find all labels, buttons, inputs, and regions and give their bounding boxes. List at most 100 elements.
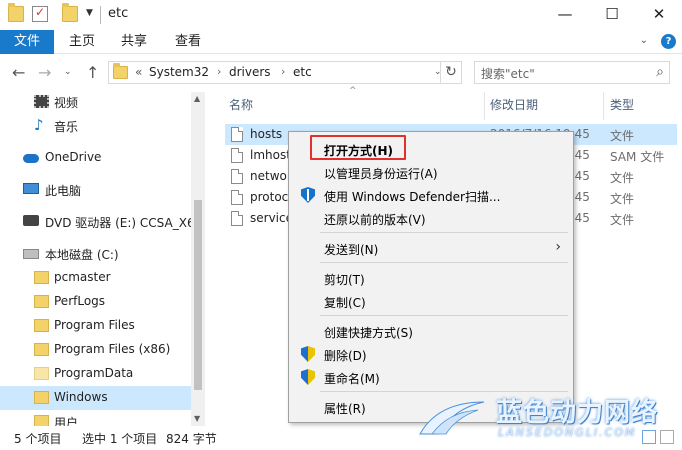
breadcrumb-etc[interactable]: etc [293, 65, 312, 79]
menu-separator [320, 315, 568, 316]
column-header-date[interactable]: 修改日期 [490, 96, 538, 113]
nav-item-label: OneDrive [45, 150, 102, 164]
nav-pane-scrollbar[interactable]: ▲ ▼ [191, 92, 205, 426]
maximize-button[interactable]: ☐ [589, 0, 635, 30]
breadcrumb-system32[interactable]: System32 [149, 65, 209, 79]
nav-item-local-disk[interactable]: 本地磁盘 (C:) [0, 242, 191, 266]
nav-item-this-pc[interactable]: 此电脑 [0, 178, 191, 202]
nav-item-dvd-drive[interactable]: DVD 驱动器 (E:) CCSA_X64 [0, 210, 202, 234]
selection-count: 选中 1 个项目 [82, 432, 158, 446]
chevron-right-icon[interactable]: › [281, 65, 285, 78]
menu-item-restore-previous[interactable]: 还原以前的版本(V) [291, 207, 571, 229]
menu-item-rename[interactable]: 重命名(M) [291, 366, 571, 388]
watermark-logo-icon [419, 401, 485, 435]
menu-separator [320, 262, 568, 263]
folder-icon [34, 319, 49, 332]
menu-item-create-shortcut[interactable]: 创建快捷方式(S) [291, 320, 571, 342]
menu-item-label: 重命名(M) [324, 372, 380, 386]
nav-item-label: PerfLogs [54, 294, 106, 308]
video-icon [34, 95, 49, 108]
menu-item-copy[interactable]: 复制(C) [291, 290, 571, 312]
tab-file[interactable]: 文件 [0, 30, 54, 54]
menu-item-label: 还原以前的版本(V) [324, 213, 426, 227]
nav-item-label: 本地磁盘 (C:) [45, 248, 119, 262]
nav-item-windows[interactable]: Windows [0, 386, 191, 410]
breadcrumb-overflow[interactable]: « [135, 65, 142, 79]
column-header-name[interactable]: 名称 [229, 96, 253, 113]
windows-defender-icon [301, 187, 315, 203]
minimize-button[interactable]: — [542, 0, 588, 30]
file-type: 文件 [610, 192, 635, 206]
file-icon [231, 127, 243, 142]
nav-item-label: pcmaster [54, 270, 111, 284]
address-bar[interactable]: « System32 › drivers › etc ⌄ [108, 61, 462, 84]
nav-item-program-files[interactable]: Program Files [0, 314, 191, 338]
uac-shield-icon [301, 346, 315, 362]
this-pc-icon [23, 183, 39, 194]
recent-dropdown-icon[interactable]: ⌄ [64, 67, 72, 77]
menu-item-defender-scan[interactable]: 使用 Windows Defender扫描... [291, 184, 571, 206]
forward-arrow-icon[interactable]: → [38, 63, 51, 82]
file-icon [231, 148, 243, 163]
menu-item-run-as-admin[interactable]: 以管理员身份运行(A) [291, 161, 571, 183]
nav-item-label: Program Files (x86) [54, 342, 171, 356]
new-folder-icon[interactable] [62, 3, 78, 22]
nav-item-program-files-x86[interactable]: Program Files (x86) [0, 338, 191, 362]
folder-icon [34, 367, 49, 380]
nav-item-label: 视频 [54, 96, 79, 110]
nav-item-onedrive[interactable]: OneDrive [0, 146, 191, 170]
folder-icon [113, 63, 128, 79]
nav-item-videos[interactable]: 视频 [0, 92, 191, 114]
scroll-down-icon[interactable]: ▼ [194, 414, 200, 423]
breadcrumb-drivers[interactable]: drivers [229, 65, 271, 79]
tab-view[interactable]: 查看 [166, 30, 210, 54]
menu-item-label: 创建快捷方式(S) [324, 326, 413, 340]
window-title: etc [108, 6, 129, 21]
menu-item-cut[interactable]: 剪切(T) [291, 267, 571, 289]
item-count: 5 个项目 [14, 432, 62, 446]
scrollbar-thumb[interactable] [194, 200, 202, 390]
nav-item-label: ProgramData [54, 366, 134, 380]
nav-item-label: DVD 驱动器 (E:) CCSA_X64 [45, 216, 203, 230]
chevron-right-icon[interactable]: › [217, 65, 221, 78]
folder-icon [34, 295, 49, 308]
file-icon [231, 211, 243, 226]
column-divider[interactable] [484, 92, 485, 120]
back-arrow-icon[interactable]: ← [12, 63, 25, 82]
nav-item-label: 用户 [54, 416, 79, 426]
menu-item-send-to[interactable]: 发送到(N) › [291, 237, 571, 259]
menu-separator [320, 232, 568, 233]
menu-item-label: 复制(C) [324, 296, 366, 310]
menu-item-delete[interactable]: 删除(D) [291, 343, 571, 365]
file-type: 文件 [610, 171, 635, 185]
refresh-button[interactable]: ↻ [440, 61, 462, 84]
scroll-up-icon[interactable]: ▲ [194, 94, 200, 103]
tab-home[interactable]: 主页 [60, 30, 104, 54]
nav-item-users[interactable]: 用户 [0, 410, 191, 426]
properties-icon[interactable] [32, 5, 48, 22]
uac-shield-icon [301, 369, 315, 385]
chevron-down-icon[interactable]: ⌄ [640, 35, 648, 46]
nav-item-music[interactable]: ♪ 音乐 [0, 114, 191, 138]
up-arrow-icon[interactable]: ↑ [86, 63, 99, 82]
watermark-text: 蓝色动力网络 [496, 398, 659, 428]
sort-ascending-icon: ^ [349, 86, 357, 96]
menu-item-label: 删除(D) [324, 349, 367, 363]
dvd-drive-icon [23, 215, 39, 226]
column-header-type[interactable]: 类型 [610, 96, 634, 113]
nav-item-programdata[interactable]: ProgramData [0, 362, 191, 386]
column-divider[interactable] [603, 92, 604, 120]
help-icon[interactable]: ? [661, 34, 676, 49]
folder-icon [34, 271, 49, 284]
search-box[interactable]: 搜索"etc" ⌕ [474, 61, 670, 84]
quick-access-dropdown-icon[interactable]: ▼ [86, 8, 93, 18]
nav-item-pcmaster[interactable]: pcmaster [0, 266, 191, 290]
context-menu: 打开方式(H) 以管理员身份运行(A) 使用 Windows Defender扫… [288, 131, 574, 423]
folder-icon [34, 343, 49, 356]
music-icon: ♪ [34, 116, 44, 134]
search-input[interactable]: 搜索"etc" [481, 65, 535, 82]
tab-share[interactable]: 共享 [112, 30, 156, 54]
nav-item-perflogs[interactable]: PerfLogs [0, 290, 191, 314]
title-separator [100, 6, 101, 24]
close-button[interactable]: ✕ [636, 0, 682, 30]
